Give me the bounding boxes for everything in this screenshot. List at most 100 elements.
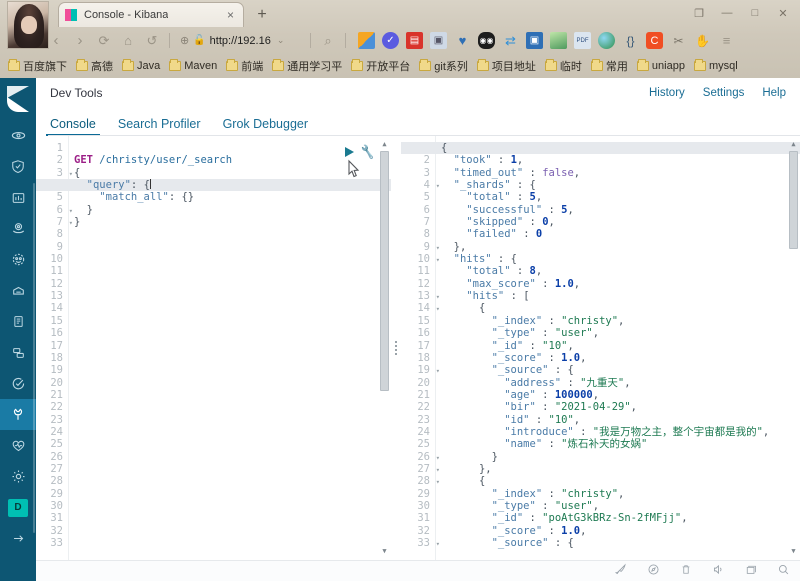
sidebar-item-graph[interactable] (0, 244, 36, 275)
c-icon[interactable]: C (646, 32, 663, 49)
fold-toggle-icon[interactable]: ▾ (436, 180, 440, 192)
pdf-icon[interactable]: PDF (574, 32, 591, 49)
back-icon[interactable]: ‹ (45, 30, 67, 52)
scroll-down-arrow[interactable]: ▼ (789, 547, 798, 556)
fold-toggle-icon[interactable]: ▾ (436, 291, 440, 303)
request-code[interactable]: GET /christy/user/_search{ "query": { "m… (74, 142, 377, 549)
kibana-logo[interactable] (0, 78, 36, 120)
check-circle-icon[interactable]: ✓ (382, 32, 399, 49)
eyes-icon[interactable]: ◉◉ (478, 32, 495, 49)
maximize-window-icon[interactable]: □ (742, 3, 768, 23)
bookmark-item[interactable]: Maven (165, 58, 221, 74)
scissors-icon[interactable]: ✂ (670, 32, 687, 49)
request-scroll-thumb[interactable] (380, 151, 389, 391)
bookmark-item[interactable]: git系列 (415, 56, 472, 76)
sidebar-item-management[interactable] (0, 461, 36, 492)
sidebar-scrollbar[interactable] (33, 183, 35, 533)
pane-resizer[interactable] (391, 136, 401, 560)
reload-icon[interactable]: ⟳ (93, 30, 115, 52)
red-card-icon[interactable]: ▤ (406, 32, 423, 49)
request-editor[interactable]: 123▾4▾56▾7▾89101112131415161718192021222… (36, 136, 391, 560)
bookmark-item[interactable]: 常用 (587, 56, 632, 76)
video-icon[interactable]: ▣ (526, 32, 543, 49)
fold-toggle-icon[interactable]: ▾ (436, 476, 440, 488)
bookmark-item[interactable]: uniapp (633, 58, 689, 74)
sidebar-item-maps[interactable] (0, 213, 36, 244)
rocket-icon[interactable] (614, 563, 627, 579)
fold-toggle-icon[interactable]: ▾ (436, 242, 440, 254)
window-icon[interactable] (745, 564, 757, 579)
search-icon[interactable] (777, 563, 790, 579)
heart-icon[interactable]: ♥ (454, 32, 471, 49)
sidebar-item-apm[interactable] (0, 337, 36, 368)
help-link[interactable]: Help (762, 87, 786, 99)
sidebar-item-user-badge[interactable]: D (0, 492, 36, 523)
sidebar-item-uptime[interactable] (0, 368, 36, 399)
close-window-icon[interactable]: ✕ (770, 3, 796, 23)
close-icon[interactable]: × (224, 9, 237, 21)
wrench-icon[interactable]: 🔧 (359, 144, 376, 160)
scroll-up-arrow[interactable]: ▲ (789, 140, 798, 149)
scroll-down-arrow[interactable]: ▼ (380, 547, 389, 556)
fold-toggle-icon[interactable]: ▾ (436, 365, 440, 377)
hand-icon[interactable]: ✋ (694, 32, 711, 49)
fold-toggle-icon[interactable]: ▾ (436, 464, 440, 476)
tab-grok-debugger[interactable]: Grok Debugger (223, 117, 308, 136)
fold-toggle-icon[interactable]: ▾ (69, 217, 73, 229)
sidebar-item-monitoring[interactable] (0, 430, 36, 461)
fold-toggle-icon[interactable]: ▾ (436, 303, 440, 315)
bookmark-item[interactable]: mysql (690, 58, 742, 74)
browser-tab-console-kibana[interactable]: Console - Kibana × (58, 2, 244, 27)
response-scroll-thumb[interactable] (789, 151, 798, 249)
bookmark-item[interactable]: 百度旗下 (4, 56, 71, 76)
bookmark-item[interactable]: 临时 (541, 56, 586, 76)
apps-grid-icon[interactable] (358, 32, 375, 49)
fold-toggle-icon[interactable]: ▾ (436, 254, 440, 266)
tab-console[interactable]: Console (46, 117, 100, 136)
forward-icon[interactable]: › (69, 30, 91, 52)
sidebar-item-dev-tools[interactable] (0, 399, 36, 430)
search-icon[interactable]: ⌕ (317, 30, 339, 52)
folder-icon (169, 59, 182, 71)
bookmark-item[interactable]: 通用学习平 (268, 56, 346, 76)
volume-icon[interactable] (712, 563, 725, 579)
bookmark-item[interactable]: 前端 (222, 56, 267, 76)
sidebar-item-security[interactable] (0, 151, 36, 182)
history-link[interactable]: History (649, 87, 685, 99)
bookmark-item[interactable]: 项目地址 (473, 56, 540, 76)
chevron-down-icon[interactable]: ⌄ (277, 35, 285, 46)
settings-link[interactable]: Settings (703, 87, 745, 99)
image-icon[interactable] (550, 32, 567, 49)
new-tab-button[interactable]: + (252, 5, 272, 25)
sync-icon[interactable]: ⇄ (502, 32, 519, 49)
bookmark-item[interactable]: 高德 (72, 56, 117, 76)
fold-toggle-icon[interactable]: ▾ (436, 452, 440, 464)
minimize-window-icon[interactable]: — (714, 3, 740, 23)
bookmark-item[interactable]: 开放平台 (347, 56, 414, 76)
line-number: 4▾ (423, 179, 440, 192)
address-bar[interactable]: ⊕ 🔓 http://192.16 ⌄ (176, 31, 304, 51)
bookmark-item[interactable]: Java (118, 58, 164, 74)
sidebar-item-logs[interactable] (0, 306, 36, 337)
screenshot-icon[interactable]: ▣ (430, 32, 447, 49)
fold-toggle-icon[interactable]: ▾ (436, 538, 440, 550)
tab-search-profiler[interactable]: Search Profiler (118, 117, 201, 136)
compass-icon[interactable] (647, 563, 660, 579)
json-icon[interactable]: {} (622, 32, 639, 49)
globe-icon[interactable] (598, 32, 615, 49)
trash-icon[interactable] (680, 563, 692, 579)
sidebar-item-observability[interactable] (0, 120, 36, 151)
run-request-button[interactable] (345, 147, 355, 158)
menu-icon[interactable]: ≡ (718, 32, 735, 49)
history-back-icon[interactable]: ↺ (141, 30, 163, 52)
scroll-up-arrow[interactable]: ▲ (380, 140, 389, 149)
home-icon[interactable]: ⌂ (117, 30, 139, 52)
sidebar-item-collapse[interactable] (0, 523, 36, 554)
sidebar-item-enterprise-search[interactable] (0, 275, 36, 306)
fold-toggle-icon[interactable]: ▾ (69, 205, 73, 217)
response-viewer[interactable]: 1▾234▾56789▾10▾111213▾14▾1516171819▾2021… (401, 136, 800, 560)
response-scrollbar[interactable]: ▲ ▼ (789, 140, 798, 556)
request-scrollbar[interactable]: ▲ ▼ (380, 140, 389, 556)
sidebar-item-dashboard[interactable] (0, 182, 36, 213)
restore-window-icon[interactable]: ❐ (686, 3, 712, 23)
